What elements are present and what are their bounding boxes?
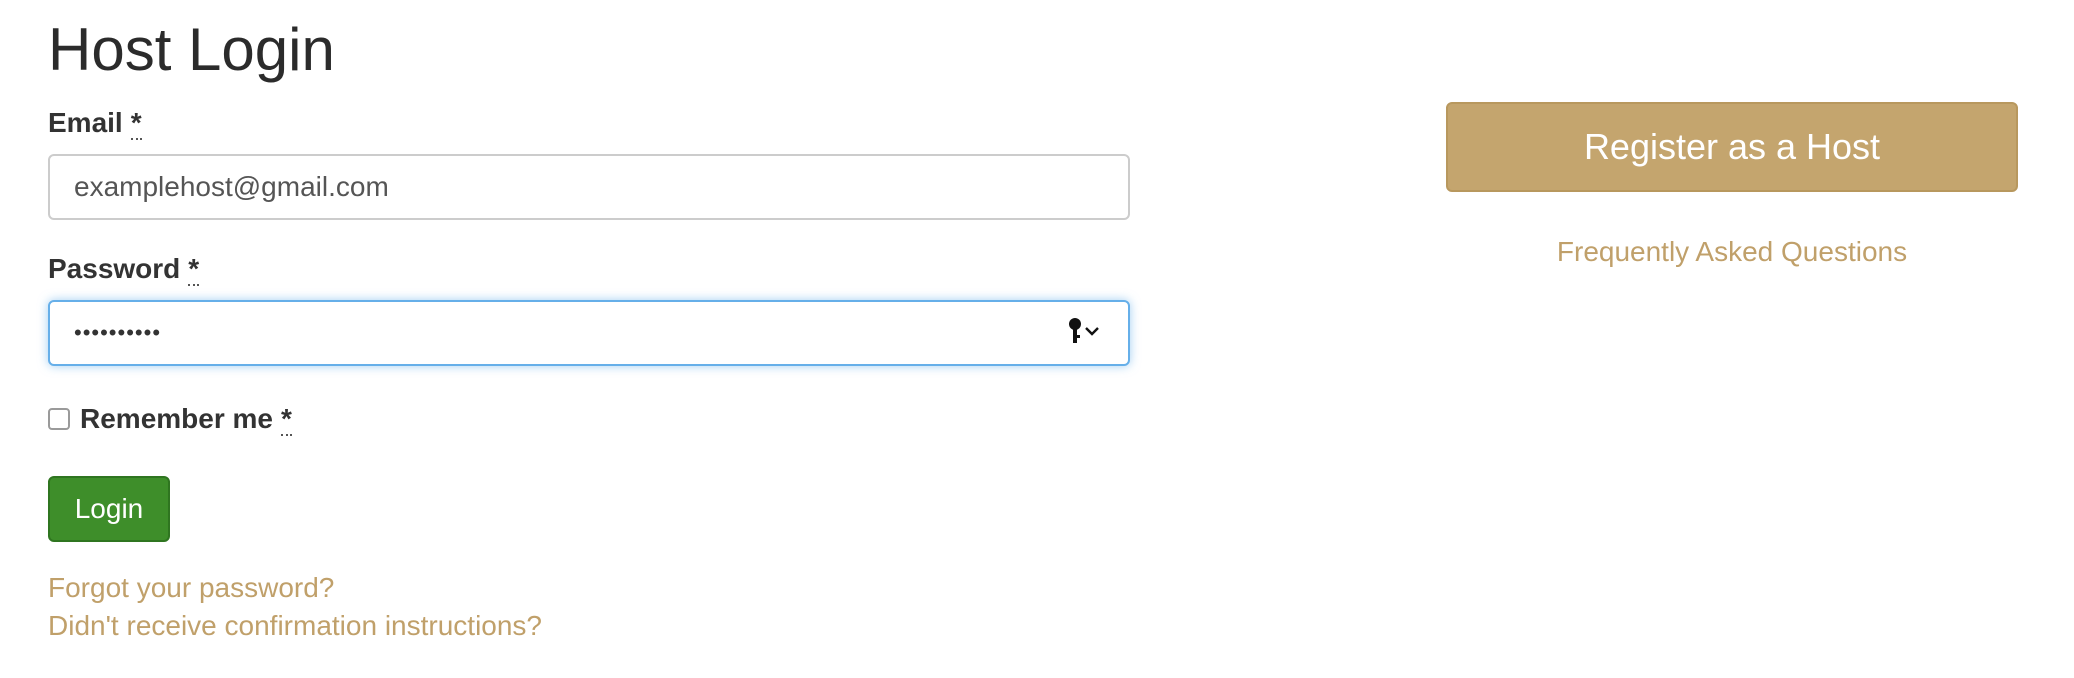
remember-required-marker: * xyxy=(280,403,292,436)
remember-me-checkbox[interactable] xyxy=(48,408,70,430)
password-input[interactable] xyxy=(48,300,1130,366)
email-input[interactable] xyxy=(48,154,1130,220)
email-required-marker: * xyxy=(130,107,142,140)
email-label-text: Email xyxy=(48,107,123,138)
remember-me-label-text: Remember me xyxy=(80,403,273,434)
password-label: Password * xyxy=(48,252,200,286)
page-title: Host Login xyxy=(48,16,335,83)
password-required-marker: * xyxy=(188,253,200,286)
password-label-text: Password xyxy=(48,253,181,284)
register-host-button[interactable]: Register as a Host xyxy=(1446,102,2018,192)
forgot-password-link[interactable]: Forgot your password? xyxy=(48,570,334,606)
remember-me-label[interactable]: Remember me * xyxy=(80,402,292,436)
faq-link[interactable]: Frequently Asked Questions xyxy=(1446,234,2018,270)
password-manager-button[interactable] xyxy=(1068,317,1108,350)
remember-me-row: Remember me * xyxy=(48,402,292,436)
email-label: Email * xyxy=(48,106,142,140)
key-icon xyxy=(1068,317,1082,350)
chevron-down-icon xyxy=(1084,324,1100,342)
confirmation-instructions-link[interactable]: Didn't receive confirmation instructions… xyxy=(48,608,542,644)
login-button[interactable]: Login xyxy=(48,476,170,542)
